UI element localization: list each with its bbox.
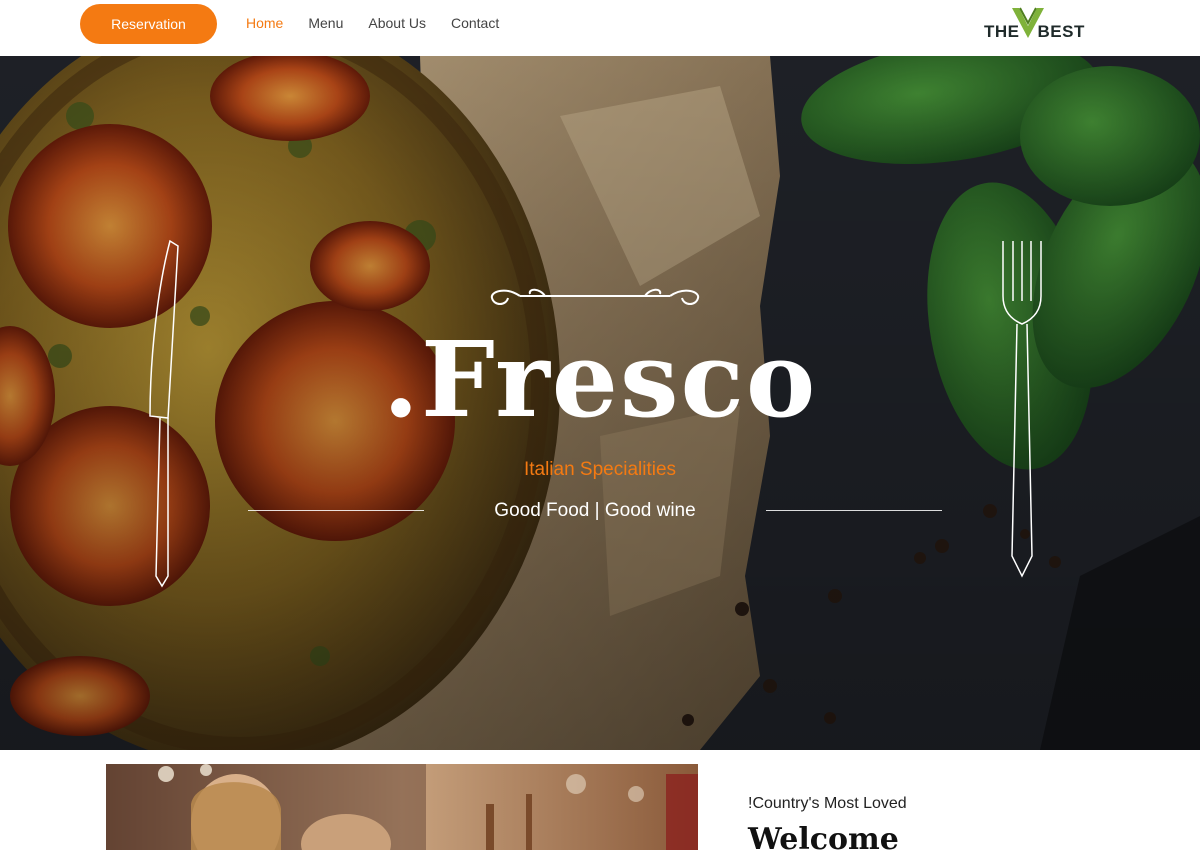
hero-banner: .Fresco Italian Specialities Good Food |… [0, 56, 1200, 750]
about-heading: Welcome [748, 822, 899, 850]
about-eyebrow: !Country's Most Loved [748, 795, 907, 812]
about-section: !Country's Most Loved Welcome [0, 750, 1200, 850]
nav-menu[interactable]: Menu [308, 15, 343, 31]
restaurant-photo [106, 764, 698, 850]
hero-divider-right [766, 510, 942, 511]
site-logo[interactable]: THE BEST [984, 6, 1096, 46]
reservation-button[interactable]: Reservation [80, 4, 217, 44]
nav-home[interactable]: Home [246, 15, 283, 31]
hero-subtitle: Italian Specialities [523, 459, 677, 480]
hero-title: .Fresco [382, 318, 818, 441]
nav-about-us[interactable]: About Us [368, 15, 426, 31]
site-header: Reservation Home Menu About Us Contact T… [0, 0, 1200, 56]
nav-contact[interactable]: Contact [451, 15, 499, 31]
logo-text-best: BEST [1037, 22, 1085, 41]
logo-text-the: THE [984, 22, 1020, 41]
main-nav: Home Menu About Us Contact [246, 15, 524, 31]
restaurant-photo-image [106, 764, 698, 850]
hero-tagline: Good Food | Good wine [494, 500, 696, 521]
